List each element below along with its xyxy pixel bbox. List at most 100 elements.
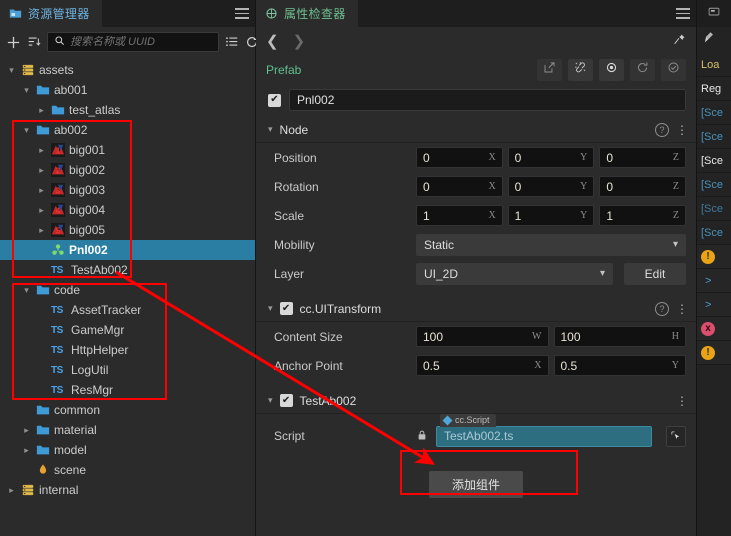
- scale-z-input[interactable]: 1 Z: [599, 205, 687, 226]
- rotation-x-input[interactable]: 0 X: [416, 176, 503, 197]
- tree-item-common[interactable]: common: [0, 400, 255, 420]
- chevron-right-icon[interactable]: [36, 205, 47, 216]
- rotation-y-input[interactable]: 0 Y: [507, 176, 595, 197]
- chevron-down-icon[interactable]: ▾: [268, 303, 273, 314]
- content-size-height-input[interactable]: 100 H: [553, 326, 686, 347]
- section-header-uitransform[interactable]: ▾ ✔ cc.UITransform ? ⋮: [256, 296, 696, 322]
- node-enabled-checkbox[interactable]: ✔: [268, 93, 281, 107]
- chevron-left-icon[interactable]: ❮: [266, 32, 279, 50]
- tree-item-big003[interactable]: 3 big003: [0, 180, 255, 200]
- tree-item-big004[interactable]: 4 big004: [0, 200, 255, 220]
- kebab-icon[interactable]: ⋮: [676, 303, 688, 315]
- list-view-icon[interactable]: [225, 32, 239, 52]
- tree-item-ab002[interactable]: ab002: [0, 120, 255, 140]
- scale-x-input[interactable]: 1 X: [416, 205, 503, 226]
- chevron-right-icon[interactable]: [6, 485, 17, 496]
- position-x-input[interactable]: 0 X: [416, 147, 503, 168]
- chevron-right-icon[interactable]: >: [701, 275, 711, 287]
- console-log-row[interactable]: Loa: [697, 53, 731, 77]
- tree-item-httphelper[interactable]: TS HttpHelper: [0, 340, 255, 360]
- content-size-width-input[interactable]: 100 W: [416, 326, 549, 347]
- position-y-input[interactable]: 0 Y: [507, 147, 595, 168]
- section-header-testab002[interactable]: ▾ ✔ TestAb002 ⋮: [256, 388, 696, 414]
- tree-item-resmgr[interactable]: TS ResMgr: [0, 380, 255, 400]
- add-asset-button[interactable]: [6, 32, 21, 52]
- console-log-row[interactable]: [Sce: [697, 173, 731, 197]
- console-log-list[interactable]: Loa Reg [Sce [Sce [Sce [Sce [Sce [Sce! > > x!: [697, 53, 731, 365]
- tab-property-inspector[interactable]: 属性检查器: [256, 0, 358, 27]
- console-log-row[interactable]: !: [697, 341, 731, 365]
- anchor-point-x-input[interactable]: 0.5 X: [416, 355, 549, 376]
- uitransform-enabled-checkbox[interactable]: ✔: [279, 302, 293, 315]
- tab-assets-explorer[interactable]: 资源管理器: [0, 0, 102, 27]
- tree-item-scene[interactable]: scene: [0, 460, 255, 480]
- section-header-node[interactable]: ▾ Node ? ⋮: [256, 117, 696, 143]
- rotation-z-input[interactable]: 0 Z: [599, 176, 687, 197]
- tree-item-pnl002[interactable]: Pnl002: [0, 240, 255, 260]
- console-log-row[interactable]: x: [697, 317, 731, 341]
- locate-prefab-button[interactable]: [599, 59, 624, 81]
- broom-icon[interactable]: [702, 31, 715, 49]
- console-log-row[interactable]: >: [697, 293, 731, 317]
- chevron-down-icon[interactable]: [21, 285, 32, 296]
- chevron-down-icon[interactable]: ▾: [268, 395, 273, 406]
- assets-tree[interactable]: assets ab001 test_atlas ab002 1 big001 2 big002…: [0, 57, 255, 536]
- tree-item-model[interactable]: model: [0, 440, 255, 460]
- edit-prefab-button[interactable]: [537, 59, 562, 81]
- unlink-prefab-button[interactable]: [568, 59, 593, 81]
- testab002-enabled-checkbox[interactable]: ✔: [279, 394, 293, 407]
- anchor-point-y-input[interactable]: 0.5 Y: [553, 355, 686, 376]
- console-log-row[interactable]: >: [697, 269, 731, 293]
- apply-prefab-button[interactable]: [661, 59, 686, 81]
- layer-select[interactable]: UI_2D ▾: [416, 262, 613, 285]
- chevron-down-icon[interactable]: ▾: [268, 124, 273, 135]
- pin-icon[interactable]: [673, 33, 686, 49]
- tree-item-logutil[interactable]: TS LogUtil: [0, 360, 255, 380]
- console-log-row[interactable]: [Sce: [697, 125, 731, 149]
- node-name-input[interactable]: Pnl002: [289, 89, 686, 111]
- tree-item-assets[interactable]: assets: [0, 60, 255, 80]
- assets-panel-menu-icon[interactable]: [229, 0, 255, 27]
- chevron-down-icon[interactable]: [21, 85, 32, 96]
- tree-item-code[interactable]: code: [0, 280, 255, 300]
- question-icon[interactable]: ?: [655, 301, 669, 316]
- mobility-select[interactable]: Static ▾: [416, 233, 686, 256]
- scale-y-input[interactable]: 1 Y: [507, 205, 595, 226]
- chevron-right-icon[interactable]: [36, 145, 47, 156]
- tree-item-assettracker[interactable]: TS AssetTracker: [0, 300, 255, 320]
- chevron-right-icon[interactable]: [36, 165, 47, 176]
- console-tab[interactable]: [697, 0, 731, 27]
- chevron-right-icon[interactable]: [21, 445, 32, 456]
- chevron-down-icon[interactable]: [21, 125, 32, 136]
- edit-layer-button[interactable]: Edit: [624, 262, 686, 285]
- console-log-row[interactable]: [Sce: [697, 221, 731, 245]
- chevron-right-icon[interactable]: ❯: [293, 32, 306, 50]
- chevron-right-icon[interactable]: >: [701, 299, 711, 311]
- chevron-right-icon[interactable]: [36, 185, 47, 196]
- chevron-right-icon[interactable]: [36, 105, 47, 116]
- add-component-button[interactable]: 添加组件: [429, 471, 523, 498]
- chevron-right-icon[interactable]: [36, 225, 47, 236]
- revert-prefab-button[interactable]: [630, 59, 655, 81]
- pick-cursor-icon[interactable]: [666, 425, 686, 447]
- search-input[interactable]: [70, 36, 212, 48]
- tree-item-big005[interactable]: 5 big005: [0, 220, 255, 240]
- kebab-icon[interactable]: ⋮: [676, 395, 688, 407]
- tree-item-big001[interactable]: 1 big001: [0, 140, 255, 160]
- tree-item-gamemgr[interactable]: TS GameMgr: [0, 320, 255, 340]
- chevron-down-icon[interactable]: [6, 65, 17, 76]
- inspector-panel-menu-icon[interactable]: [670, 0, 696, 27]
- kebab-icon[interactable]: ⋮: [676, 124, 688, 136]
- search-assets-box[interactable]: [47, 32, 219, 52]
- console-log-row[interactable]: Reg: [697, 77, 731, 101]
- console-log-row[interactable]: [Sce: [697, 149, 731, 173]
- position-z-input[interactable]: 0 Z: [599, 147, 687, 168]
- tree-item-material[interactable]: material: [0, 420, 255, 440]
- chevron-right-icon[interactable]: [21, 425, 32, 436]
- tree-item-ab001[interactable]: ab001: [0, 80, 255, 100]
- tree-item-testab002[interactable]: TS TestAb002: [0, 260, 255, 280]
- console-log-row[interactable]: [Sce: [697, 197, 731, 221]
- tree-item-internal[interactable]: internal: [0, 480, 255, 500]
- tree-item-test_atlas[interactable]: test_atlas: [0, 100, 255, 120]
- console-log-row[interactable]: [Sce: [697, 101, 731, 125]
